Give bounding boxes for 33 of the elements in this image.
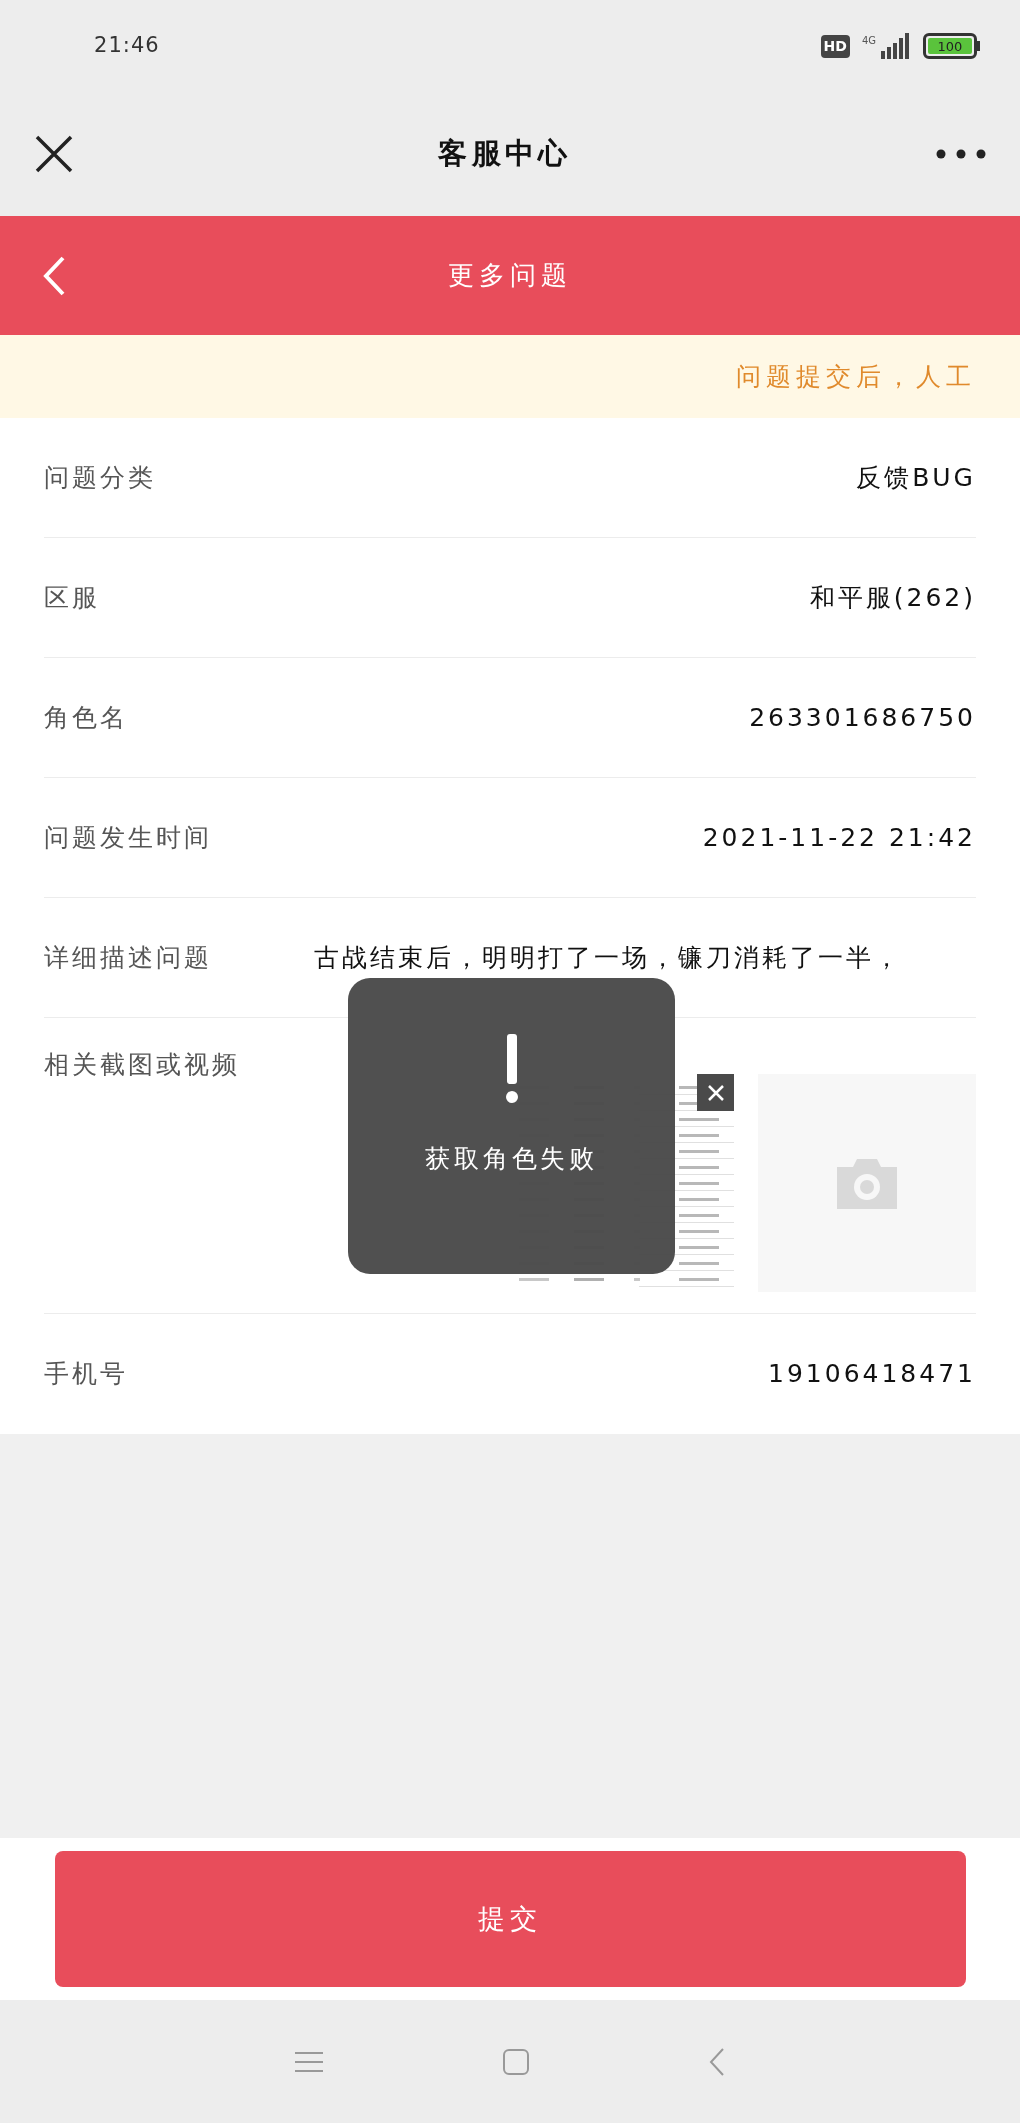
toast-text: 获取角色失败	[425, 1143, 598, 1175]
battery-reading: 100	[937, 39, 963, 53]
field-value[interactable]: 2021-11-22 21:42	[702, 818, 976, 857]
field-label: 手机号	[44, 1358, 128, 1391]
more-icon[interactable]	[936, 149, 986, 159]
submit-button[interactable]: 提交	[54, 1851, 966, 1987]
status-time: 21:46	[94, 32, 160, 60]
close-icon[interactable]	[34, 134, 74, 174]
field-value[interactable]: 263301686750	[749, 698, 976, 737]
menu-icon[interactable]	[295, 2050, 323, 2073]
field-label: 角色名	[44, 701, 128, 734]
field-value[interactable]: 19106418471	[768, 1355, 976, 1393]
notice-text: 问题提交后，人工	[736, 360, 976, 393]
home-icon[interactable]	[503, 2048, 529, 2075]
field-label: 问题分类	[44, 461, 156, 494]
camera-icon	[837, 1157, 897, 1209]
signal-icon	[879, 33, 911, 59]
remove-button[interactable]	[697, 1074, 734, 1111]
field-label: 区服	[44, 581, 100, 614]
back-icon[interactable]	[709, 2047, 725, 2076]
header-title: 更多问题	[447, 259, 573, 292]
warning-icon	[504, 1034, 519, 1104]
hd-badge: HD	[820, 34, 850, 58]
field-label: 相关截图或视频	[44, 1049, 240, 1081]
field-label: 问题发生时间	[44, 821, 212, 854]
network-label: 4G	[861, 34, 876, 48]
close-icon	[707, 1084, 724, 1101]
field-value[interactable]: 和平服(262)	[809, 578, 976, 617]
back-icon[interactable]	[42, 254, 66, 297]
nav-title: 客服中心	[438, 135, 572, 173]
field-value[interactable]: 反馈BUG	[856, 458, 976, 497]
field-label: 详细描述问题	[44, 941, 213, 974]
field-value[interactable]: 古战结束后，明明打了一场，镰刀消耗了一半，	[314, 938, 902, 977]
